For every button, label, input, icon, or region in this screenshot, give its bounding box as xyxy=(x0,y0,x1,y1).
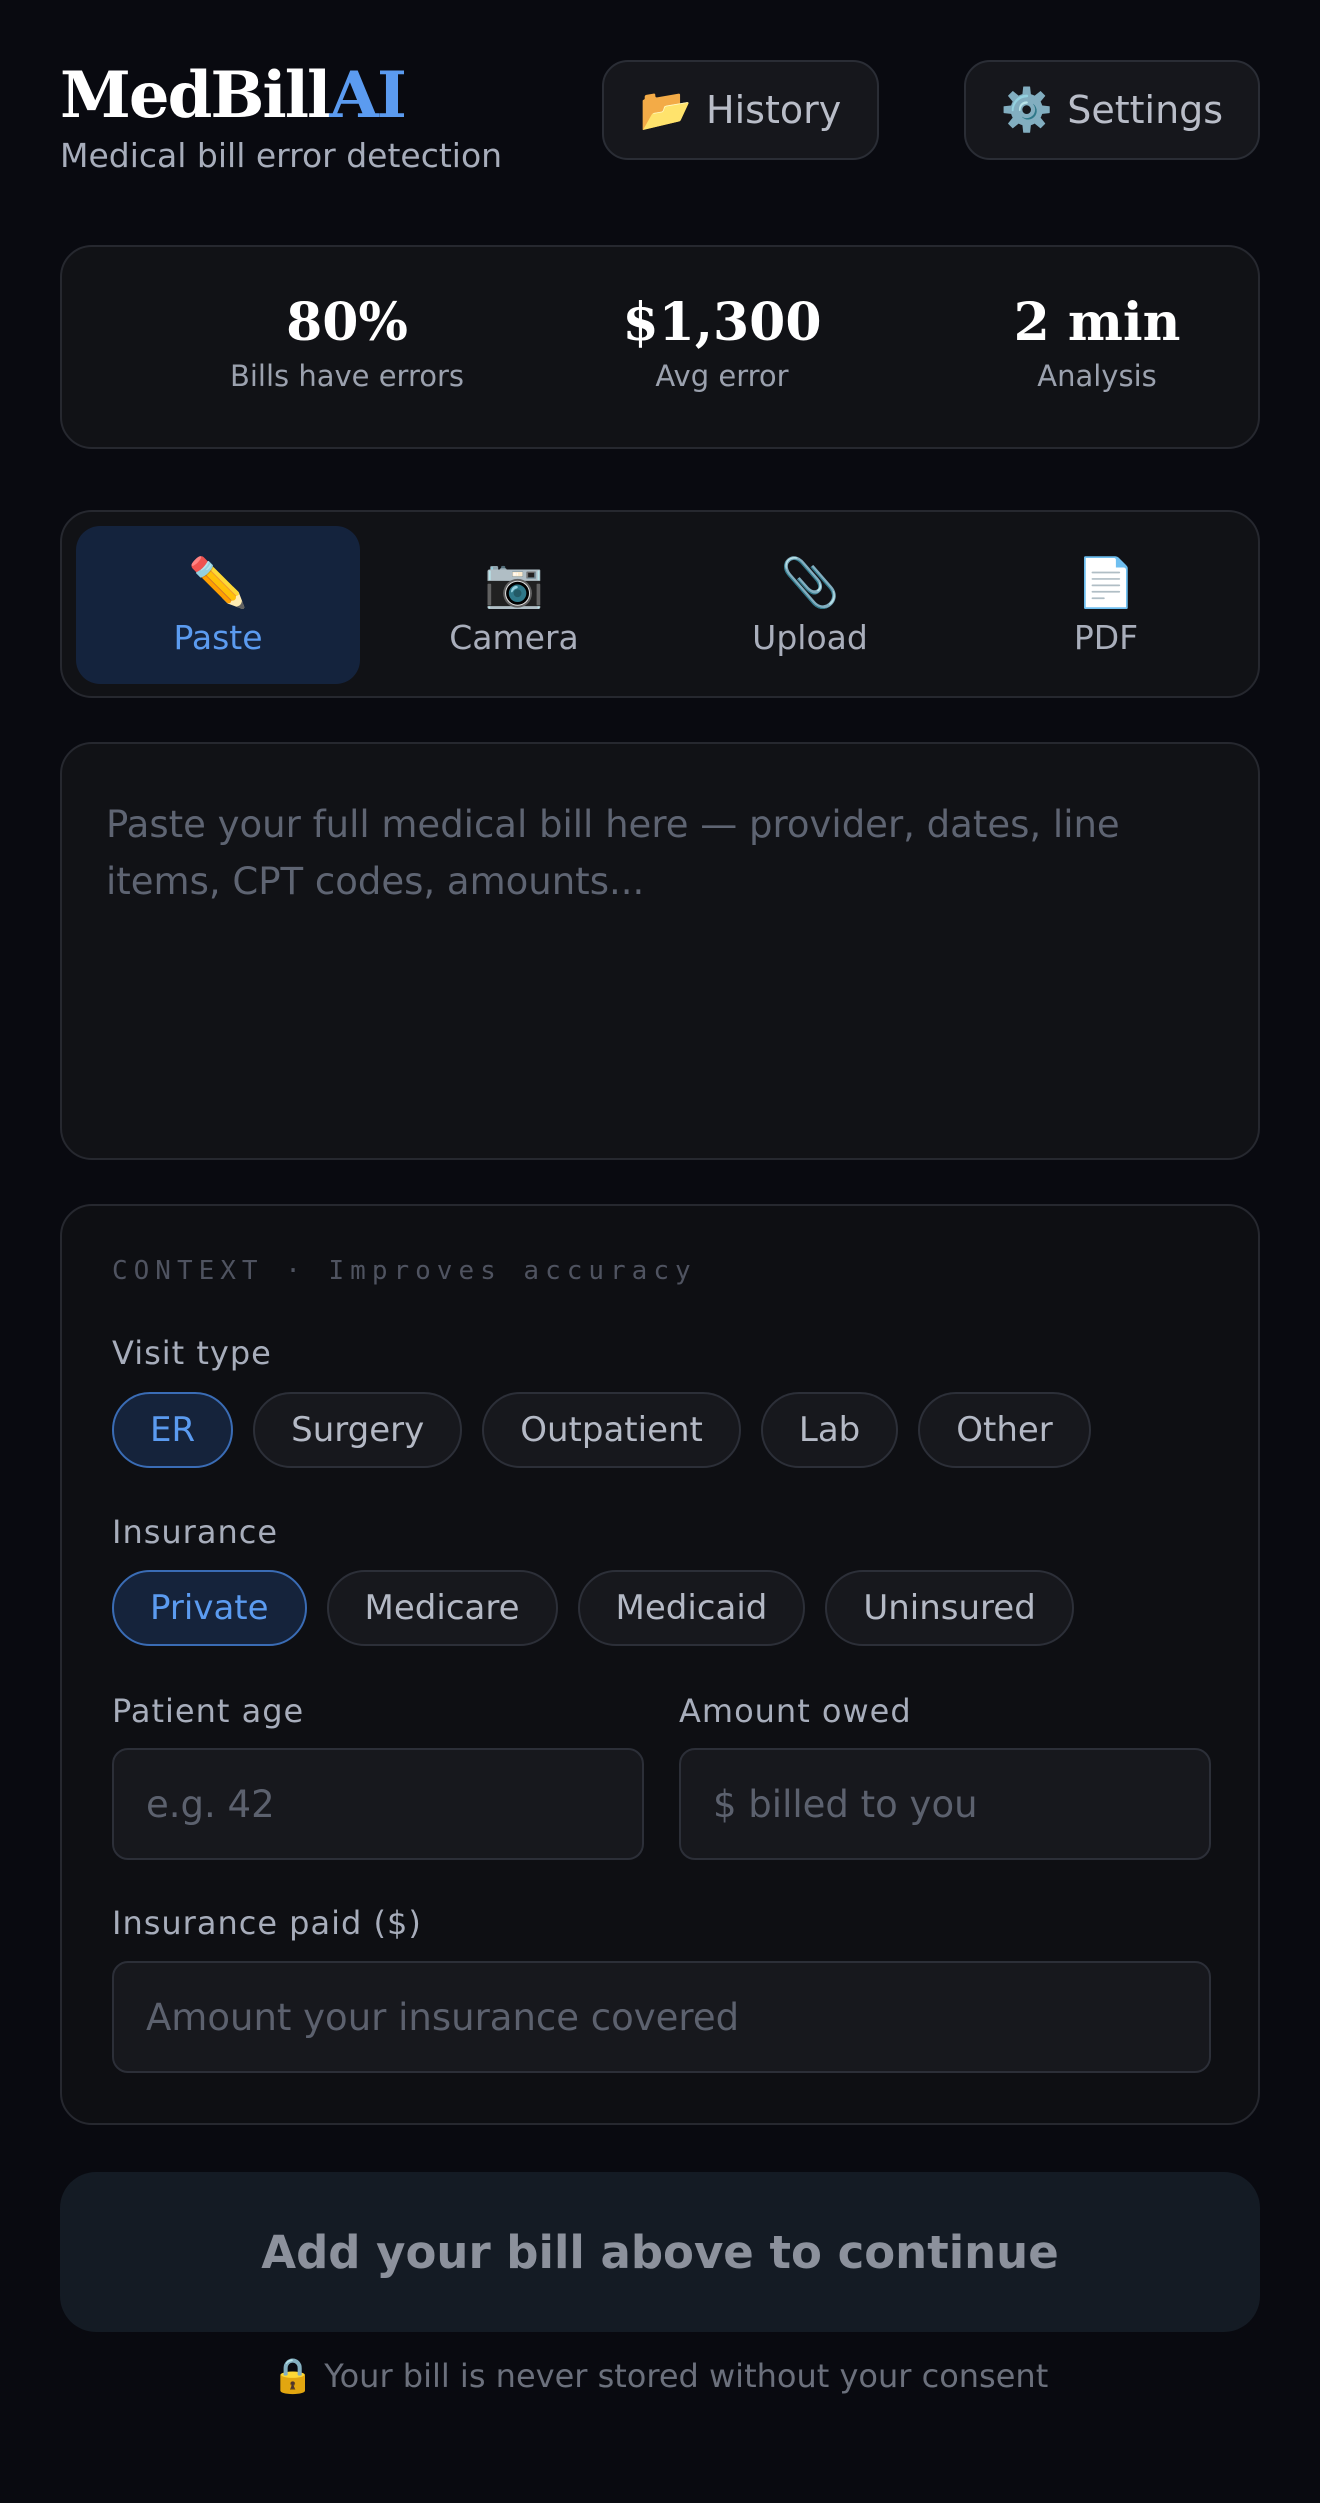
chip-outpatient[interactable]: Outpatient xyxy=(482,1392,741,1468)
privacy-text: Your bill is never stored without your c… xyxy=(324,2357,1049,2395)
settings-button[interactable]: ⚙️ Settings xyxy=(964,60,1260,160)
document-icon: 📄 xyxy=(1076,554,1136,611)
privacy-note: 🔒 Your bill is never stored without your… xyxy=(0,2356,1320,2396)
chip-surgery[interactable]: Surgery xyxy=(253,1392,463,1468)
gear-icon: ⚙️ xyxy=(1000,85,1054,134)
stat-analysis-time: 2 min Analysis xyxy=(897,292,1297,394)
folder-icon: 📂 xyxy=(639,85,693,134)
amount-owed-input[interactable]: $ billed to you xyxy=(679,1748,1211,1860)
stat-value: 80% xyxy=(286,292,408,353)
input-method-tabs: ✏️ Paste 📷 Camera 📎 Upload 📄 PDF xyxy=(60,510,1260,698)
continue-button[interactable]: Add your bill above to continue xyxy=(60,2172,1260,2332)
amount-owed-label: Amount owed xyxy=(679,1692,912,1730)
patient-age-label: Patient age xyxy=(112,1692,305,1730)
tab-camera[interactable]: 📷 Camera xyxy=(372,526,656,684)
tab-pdf[interactable]: 📄 PDF xyxy=(964,526,1248,684)
visit-type-chips: ER Surgery Outpatient Lab Other xyxy=(112,1392,1091,1468)
context-card: CONTEXT · Improves accuracy Visit type E… xyxy=(60,1204,1260,2125)
chip-private[interactable]: Private xyxy=(112,1570,307,1646)
insurance-chips: Private Medicare Medicaid Uninsured xyxy=(112,1570,1074,1646)
tab-label: PDF xyxy=(1073,617,1139,657)
tab-paste[interactable]: ✏️ Paste xyxy=(76,526,360,684)
lock-icon: 🔒 xyxy=(271,2356,315,2396)
stat-value: 2 min xyxy=(1013,292,1181,353)
logo-accent: AI xyxy=(329,58,407,133)
pencil-icon: ✏️ xyxy=(188,554,248,611)
history-button[interactable]: 📂 History xyxy=(602,60,879,160)
chip-medicare[interactable]: Medicare xyxy=(326,1570,558,1646)
bill-text-input[interactable]: Paste your full medical bill here — prov… xyxy=(60,742,1260,1160)
chip-lab[interactable]: Lab xyxy=(760,1392,899,1468)
logo: MedBillAI xyxy=(60,58,502,134)
app-page: MedBillAI Medical bill error detection 📂… xyxy=(0,0,1320,2503)
paperclip-icon: 📎 xyxy=(780,554,840,611)
stat-errors: 80% Bills have errors xyxy=(147,292,547,394)
patient-age-input[interactable]: e.g. 42 xyxy=(112,1748,644,1860)
stat-label: Avg error xyxy=(655,359,789,393)
tagline: Medical bill error detection xyxy=(60,136,503,175)
insurance-paid-label: Insurance paid ($) xyxy=(112,1904,422,1942)
history-label: History xyxy=(706,88,842,132)
visit-type-label: Visit type xyxy=(112,1334,272,1372)
logo-main: MedBill xyxy=(60,58,331,133)
settings-label: Settings xyxy=(1067,88,1224,132)
context-heading: CONTEXT · Improves accuracy xyxy=(112,1256,697,1286)
camera-icon: 📷 xyxy=(484,554,544,611)
stats-card: 80% Bills have errors $1,300 Avg error 2… xyxy=(60,245,1260,449)
chip-medicaid[interactable]: Medicaid xyxy=(577,1570,806,1646)
stat-label: Bills have errors xyxy=(229,359,465,393)
tab-upload[interactable]: 📎 Upload xyxy=(668,526,952,684)
stat-value: $1,300 xyxy=(622,292,822,353)
chip-uninsured[interactable]: Uninsured xyxy=(825,1570,1074,1646)
stat-label: Analysis xyxy=(1037,359,1157,393)
insurance-paid-input[interactable]: Amount your insurance covered xyxy=(112,1961,1211,2073)
brand: MedBillAI Medical bill error detection xyxy=(60,58,502,178)
chip-other[interactable]: Other xyxy=(918,1392,1091,1468)
insurance-label: Insurance xyxy=(112,1513,278,1551)
tab-label: Camera xyxy=(449,617,579,657)
stat-avg-error: $1,300 Avg error xyxy=(522,292,922,394)
tab-label: Paste xyxy=(173,617,263,657)
chip-er[interactable]: ER xyxy=(112,1392,234,1468)
tab-label: Upload xyxy=(752,617,868,657)
